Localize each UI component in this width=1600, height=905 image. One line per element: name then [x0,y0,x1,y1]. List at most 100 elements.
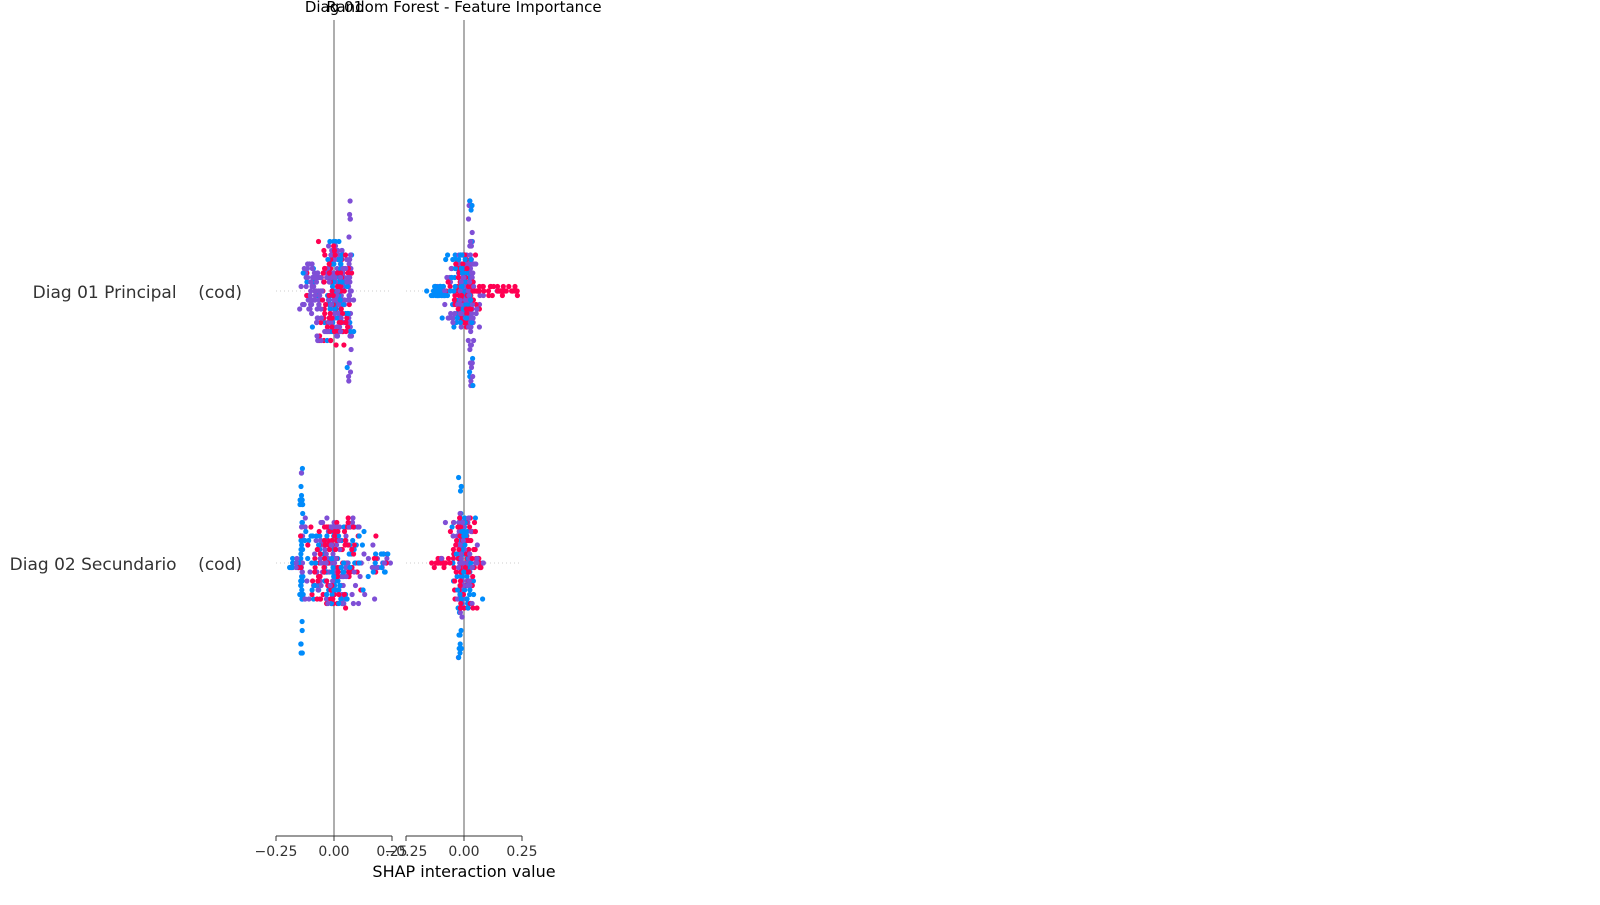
shap-point [460,537,466,544]
shap-point [335,324,341,330]
shap-point [344,283,350,290]
shap-point [322,310,328,317]
shap-point [435,560,441,566]
shap-point [298,533,304,539]
shap-point [464,310,470,317]
shap-point [326,261,332,267]
shap-point [357,573,363,580]
shap-point [332,533,338,539]
shap-point [457,582,463,589]
shap-point [298,650,304,656]
shap-point [323,301,329,308]
shap-point [346,261,352,267]
shap-point [309,310,315,317]
shap-point [480,292,486,299]
shap-point [348,346,354,353]
x-tick-label: 0.00 [448,844,479,860]
row-guide-lines [276,290,522,564]
shap-point [326,270,332,276]
x-tick-label: 0.00 [318,844,349,860]
shap-point [447,528,453,535]
shap-point [450,256,456,263]
shap-point [468,207,474,213]
shap-point [474,306,480,312]
shap-point [344,256,350,263]
shap-point [469,270,475,276]
shap-point [457,609,463,616]
shap-point [345,542,351,548]
shap-point [462,564,468,571]
shap-point [467,587,473,593]
shap-point [458,483,464,490]
shap-point [337,297,343,303]
shap-point [331,247,338,254]
shap-point [309,301,315,308]
shap-point [329,591,335,598]
shap-point [345,270,351,276]
shap-point [470,573,476,580]
shap-point [312,292,318,299]
shap-point [465,288,471,294]
shap-point [341,265,347,272]
shap-point [472,515,478,521]
x-tick-label: 0.25 [506,844,537,860]
shap-point [455,306,461,312]
shap-point [316,301,322,308]
shap-point [319,288,325,294]
shap-point [307,306,313,312]
shap-point [371,555,377,562]
shap-point [442,519,448,526]
shap-point [322,555,328,562]
shap-point [322,546,328,553]
shap-point [325,256,331,263]
shap-point [469,319,475,326]
shap-point [324,324,330,330]
shap-point [456,256,462,263]
shap-point [457,650,463,656]
shap-point [324,591,330,598]
shap-point [467,369,473,375]
shap-point [329,542,335,548]
shap-point [461,569,467,575]
shap-point [342,252,349,258]
shap-point [499,292,505,299]
shap-point [441,564,447,571]
shap-point [315,578,321,584]
shap-point [452,310,458,317]
shap-point [314,315,320,321]
feature-label-diag-02: Diag 02 Secundario (cod) [10,555,242,575]
shap-point [330,578,336,584]
shap-point [320,270,326,276]
shap-point [445,555,452,562]
shap-point [380,551,387,557]
shap-point [476,324,482,330]
shap-point [314,546,320,553]
shap-point [459,528,465,535]
shap-point [457,310,463,317]
shap-point [315,270,321,276]
shap-point [318,274,324,281]
shap-point [329,537,335,544]
shap-point [343,605,349,611]
shap-point [337,256,343,263]
shap-point [300,301,306,308]
shap-point [302,515,308,521]
shap-point [336,238,342,245]
shap-point [339,279,345,285]
shap-point [344,315,350,321]
shap-point [307,292,313,299]
shap-point [330,551,336,557]
shap-point [305,274,311,281]
shap-point [480,283,486,290]
shap-point [373,533,379,539]
shap-point [466,515,472,521]
shap-point [381,569,388,575]
shap-point [298,551,304,557]
shap-point [324,524,330,530]
shap-point [317,551,323,557]
shap-point [450,555,456,562]
shap-point [308,288,314,294]
shap-point [300,510,306,517]
shap-point [344,279,350,285]
shap-point [297,306,303,312]
